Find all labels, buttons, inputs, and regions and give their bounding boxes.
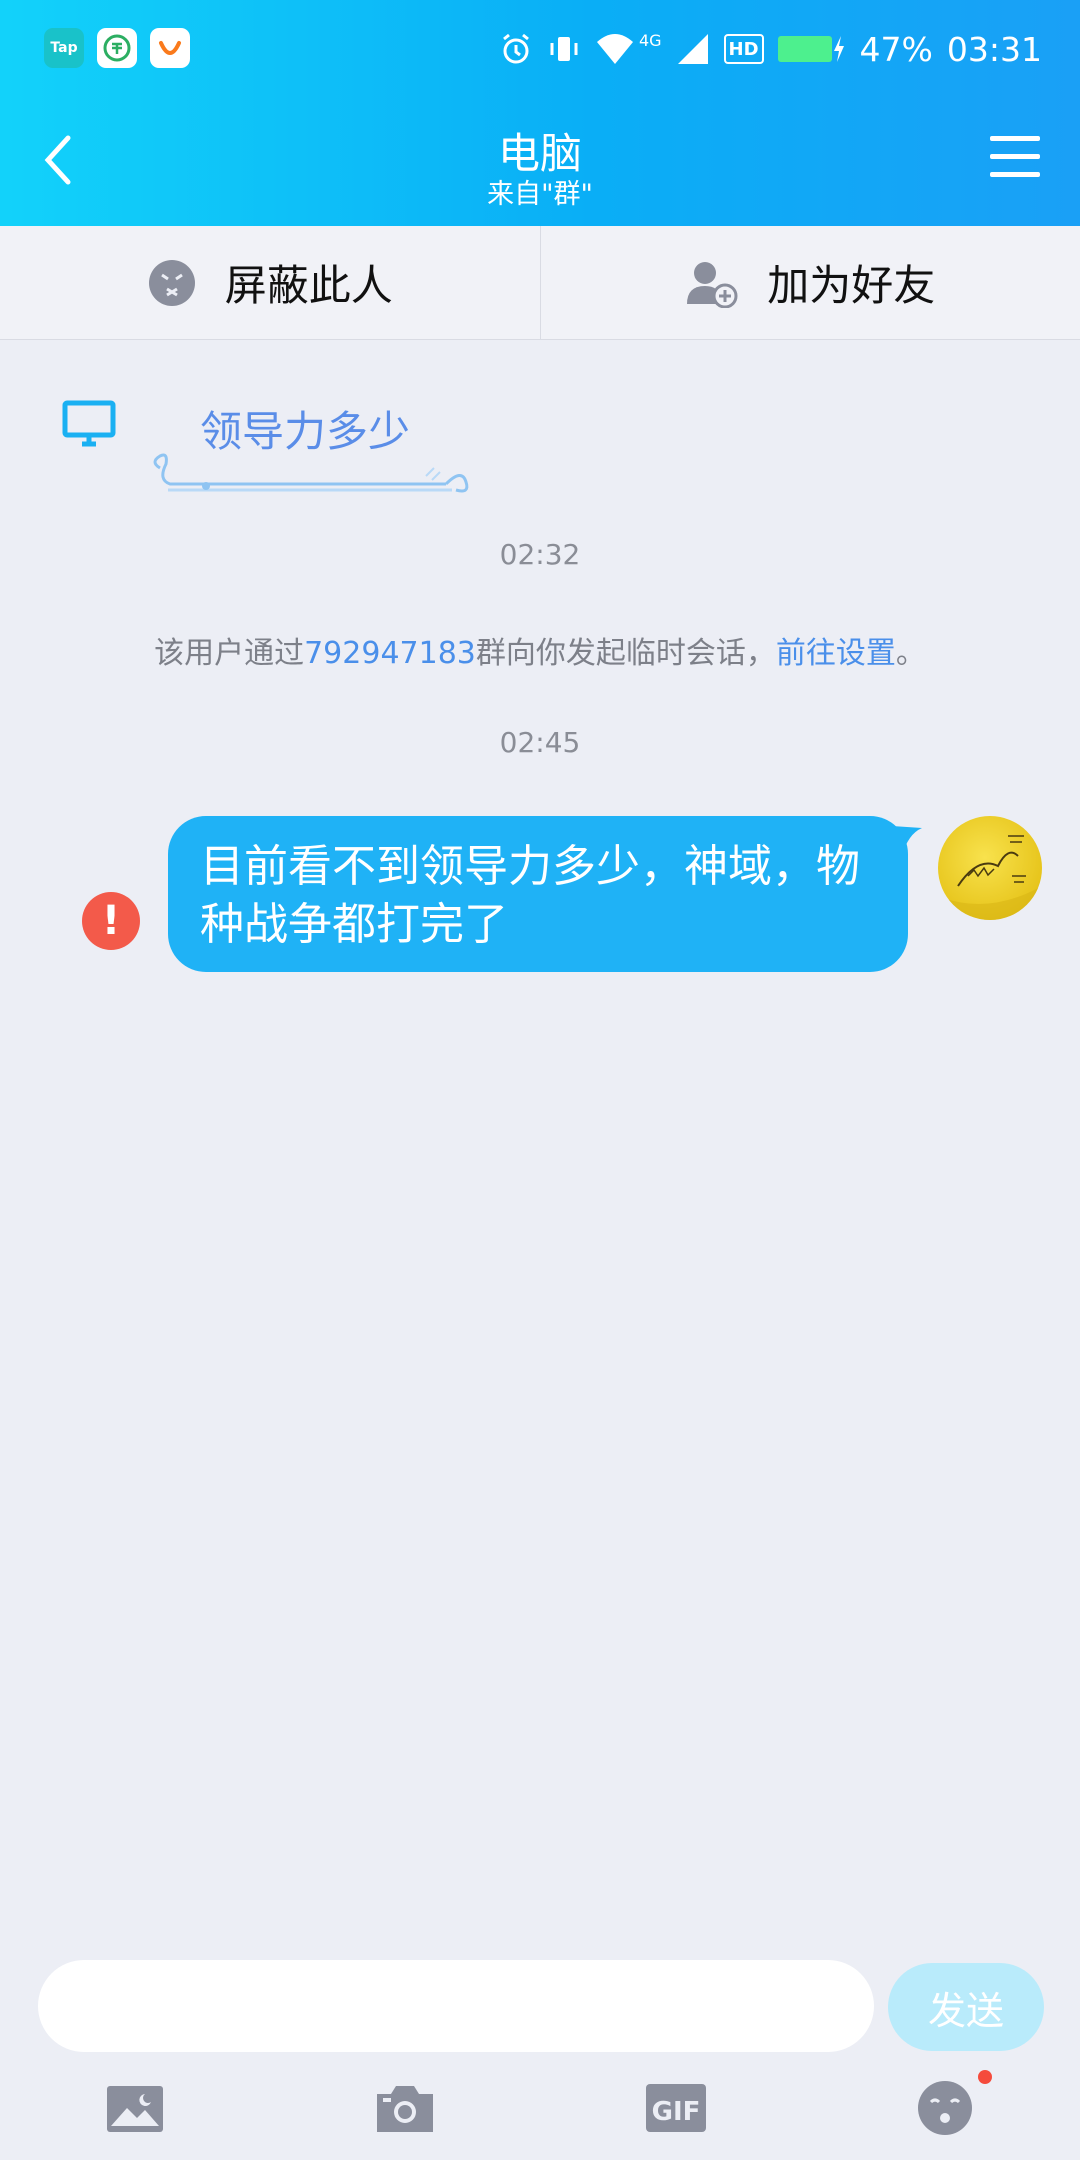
menu-button[interactable] [990,136,1040,182]
send-failed-icon[interactable]: ! [82,892,140,950]
battery-icon [777,34,846,64]
notification-dot [978,2070,992,2084]
tap-app-label: Tap [50,40,78,56]
system-message-prefix: 该用户通过 [154,636,305,671]
group-id-link[interactable]: 792947183 [304,636,476,671]
block-user-button[interactable]: 屏蔽此人 [0,226,540,339]
alarm-icon [499,32,533,66]
timestamp: 02:45 [499,726,581,759]
emoji-icon[interactable] [915,2080,975,2136]
battery-percent: 47% [859,29,933,69]
system-message-suffix: 。 [895,636,926,671]
message-bubble[interactable]: 目前看不到领导力多少，神域，物种战争都打完了 [168,816,908,972]
hamburger-icon [990,136,1040,141]
vibrate-icon [547,32,581,66]
avatar[interactable] [938,816,1042,920]
go-settings-link[interactable]: 前往设置 [776,636,896,671]
status-right: 4G HD 47% 03:31 [499,24,1042,74]
wifi-icon [595,32,635,66]
camera-icon[interactable] [375,2080,435,2136]
message-input[interactable] [38,1960,874,2052]
status-bar: Tap 4G HD 47% 03:31 [0,0,1080,96]
status-time: 03:31 [946,29,1042,69]
header-bar: Tap 4G HD 47% 03:31 电脑 来自"群" [0,0,1080,226]
desktop-icon [62,400,116,450]
block-user-label: 屏蔽此人 [224,261,393,310]
system-message: 该用户通过792947183群向你发起临时会话，前往设置。 [0,628,1080,672]
add-friend-button[interactable]: 加为好友 [539,226,1080,339]
send-button[interactable]: 发送 [888,1963,1044,2051]
signal-icon [676,32,710,66]
gif-icon[interactable]: GIF [645,2080,707,2136]
timestamp: 02:32 [499,538,581,571]
network-type: 4G [638,30,662,50]
gif-label: GIF [652,2097,701,2127]
block-face-icon [148,259,195,306]
tap-app-icon: Tap [44,28,84,68]
avatar-image [938,835,1042,920]
add-user-icon [687,261,738,308]
app-notification-icon [97,28,137,68]
action-bar: 屏蔽此人 加为好友 [0,226,1080,340]
send-button-label: 发送 [927,1988,1004,2033]
page-subtitle: 来自"群" [487,179,593,210]
error-mark: ! [101,898,121,944]
didi-app-icon [150,28,190,68]
add-friend-label: 加为好友 [767,261,936,310]
message-text: 目前看不到领导力多少，神域，物种战争都打完了 [200,841,860,950]
system-message-middle: 群向你发起临时会话， [475,636,776,671]
image-icon[interactable] [105,2080,165,2136]
hd-icon: HD [723,34,764,64]
nickname-decoration [153,453,469,493]
